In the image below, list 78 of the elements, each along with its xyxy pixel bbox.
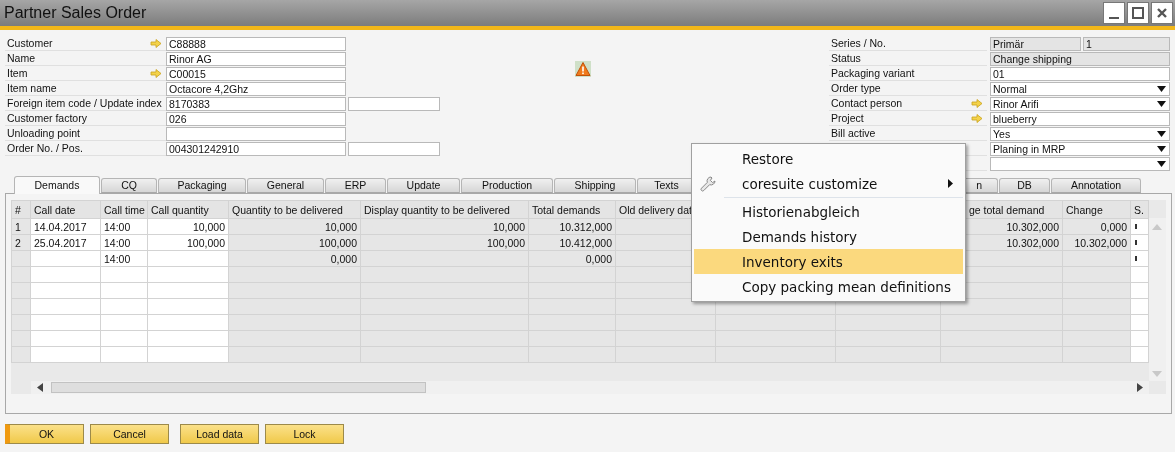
field-label: Series / No. bbox=[831, 37, 886, 49]
input-field[interactable]: 01 bbox=[990, 66, 1170, 81]
button[interactable]: Load data bbox=[180, 424, 259, 444]
menu-item[interactable]: coresuite customize bbox=[694, 171, 963, 196]
tab[interactable]: Shipping bbox=[554, 178, 636, 193]
input-field: Change shipping bbox=[990, 51, 1170, 66]
column-header: # bbox=[11, 200, 31, 219]
column-header: Quantity to be delivered bbox=[228, 200, 361, 219]
column-header: Call date bbox=[30, 200, 101, 219]
input-field[interactable]: C88888 bbox=[166, 36, 346, 51]
field-label: Item bbox=[7, 67, 28, 79]
field-label: Unloading point bbox=[7, 127, 80, 139]
tab[interactable]: Demands bbox=[14, 176, 100, 194]
field-label: Packaging variant bbox=[831, 67, 915, 79]
tab[interactable]: General bbox=[247, 178, 324, 193]
dropdown-field[interactable]: Planing in MRP bbox=[990, 141, 1170, 156]
window-title: Partner Sales Order bbox=[4, 4, 147, 22]
scrollbar[interactable] bbox=[31, 381, 1149, 394]
field-label: Bill active bbox=[831, 127, 876, 139]
tab[interactable]: ERP bbox=[325, 178, 386, 193]
menu-item[interactable]: Copy packing mean definitions bbox=[694, 274, 963, 299]
input-field[interactable] bbox=[166, 126, 346, 141]
input-field[interactable]: 8170383 bbox=[166, 96, 346, 111]
scrollbar[interactable] bbox=[1149, 218, 1166, 381]
input-field[interactable] bbox=[348, 141, 440, 156]
column-header: Total demands bbox=[528, 200, 616, 219]
dropdown-field[interactable]: Normal bbox=[990, 81, 1170, 96]
input-field[interactable]: Octacore 4,2Ghz bbox=[166, 81, 346, 96]
field-label: Order type bbox=[831, 82, 881, 94]
field-label: Customer factory bbox=[7, 112, 87, 124]
field-label: Contact person bbox=[831, 97, 903, 109]
scroll-left-icon bbox=[37, 383, 43, 392]
tab[interactable]: DB bbox=[999, 178, 1050, 193]
button[interactable]: Lock bbox=[265, 424, 344, 444]
scroll-thumb[interactable] bbox=[51, 382, 426, 393]
wrench-icon bbox=[700, 175, 716, 192]
field-label: Item name bbox=[7, 82, 57, 94]
warning-icon bbox=[575, 61, 591, 77]
scroll-down-icon bbox=[1152, 371, 1162, 377]
button[interactable]: OK bbox=[5, 424, 84, 444]
menu-item[interactable]: Restore bbox=[694, 146, 963, 171]
input-field[interactable]: blueberry bbox=[990, 111, 1170, 126]
input-field[interactable]: C00015 bbox=[166, 66, 346, 81]
minimize-button[interactable] bbox=[1103, 2, 1125, 24]
input-field: 1 bbox=[1083, 36, 1170, 51]
field-label: Name bbox=[7, 52, 35, 64]
scroll-up-icon bbox=[1152, 224, 1162, 230]
scroll-right-icon bbox=[1137, 383, 1143, 392]
dropdown-field[interactable]: Rinor Arifi bbox=[990, 96, 1170, 111]
maximize-button[interactable] bbox=[1127, 2, 1149, 24]
tab[interactable]: Update bbox=[387, 178, 460, 193]
submenu-arrow-icon bbox=[948, 179, 953, 188]
input-field[interactable]: 026 bbox=[166, 111, 346, 126]
input-field[interactable] bbox=[348, 96, 440, 111]
field-label: Order No. / Pos. bbox=[7, 142, 83, 154]
dropdown-field[interactable] bbox=[990, 156, 1170, 171]
field-label: Status bbox=[831, 52, 861, 64]
field-label: Customer bbox=[7, 37, 53, 49]
input-field: Primär bbox=[990, 36, 1081, 51]
column-header: Change bbox=[1062, 200, 1131, 219]
tab[interactable]: Annotation bbox=[1051, 178, 1141, 193]
column-header: Call quantity bbox=[147, 200, 229, 219]
input-field[interactable]: 004301242910 bbox=[166, 141, 346, 156]
input-field[interactable]: Rinor AG bbox=[166, 51, 346, 66]
column-header: Call time bbox=[100, 200, 148, 219]
button[interactable]: Cancel bbox=[90, 424, 169, 444]
field-label: Foreign item code / Update index bbox=[7, 97, 162, 109]
minimize-icon bbox=[1109, 17, 1119, 19]
tab[interactable]: Production bbox=[461, 178, 553, 193]
tab[interactable]: Packaging bbox=[158, 178, 246, 193]
tab[interactable]: CQ bbox=[101, 178, 157, 193]
field-label: Project bbox=[831, 112, 864, 124]
menu-item[interactable]: Inventory exits bbox=[694, 249, 963, 274]
close-button[interactable] bbox=[1151, 2, 1173, 24]
maximize-icon bbox=[1131, 6, 1145, 20]
close-icon bbox=[1155, 6, 1169, 20]
column-header: Display quantity to be delivered bbox=[360, 200, 529, 219]
dropdown-field[interactable]: Yes bbox=[990, 126, 1170, 141]
